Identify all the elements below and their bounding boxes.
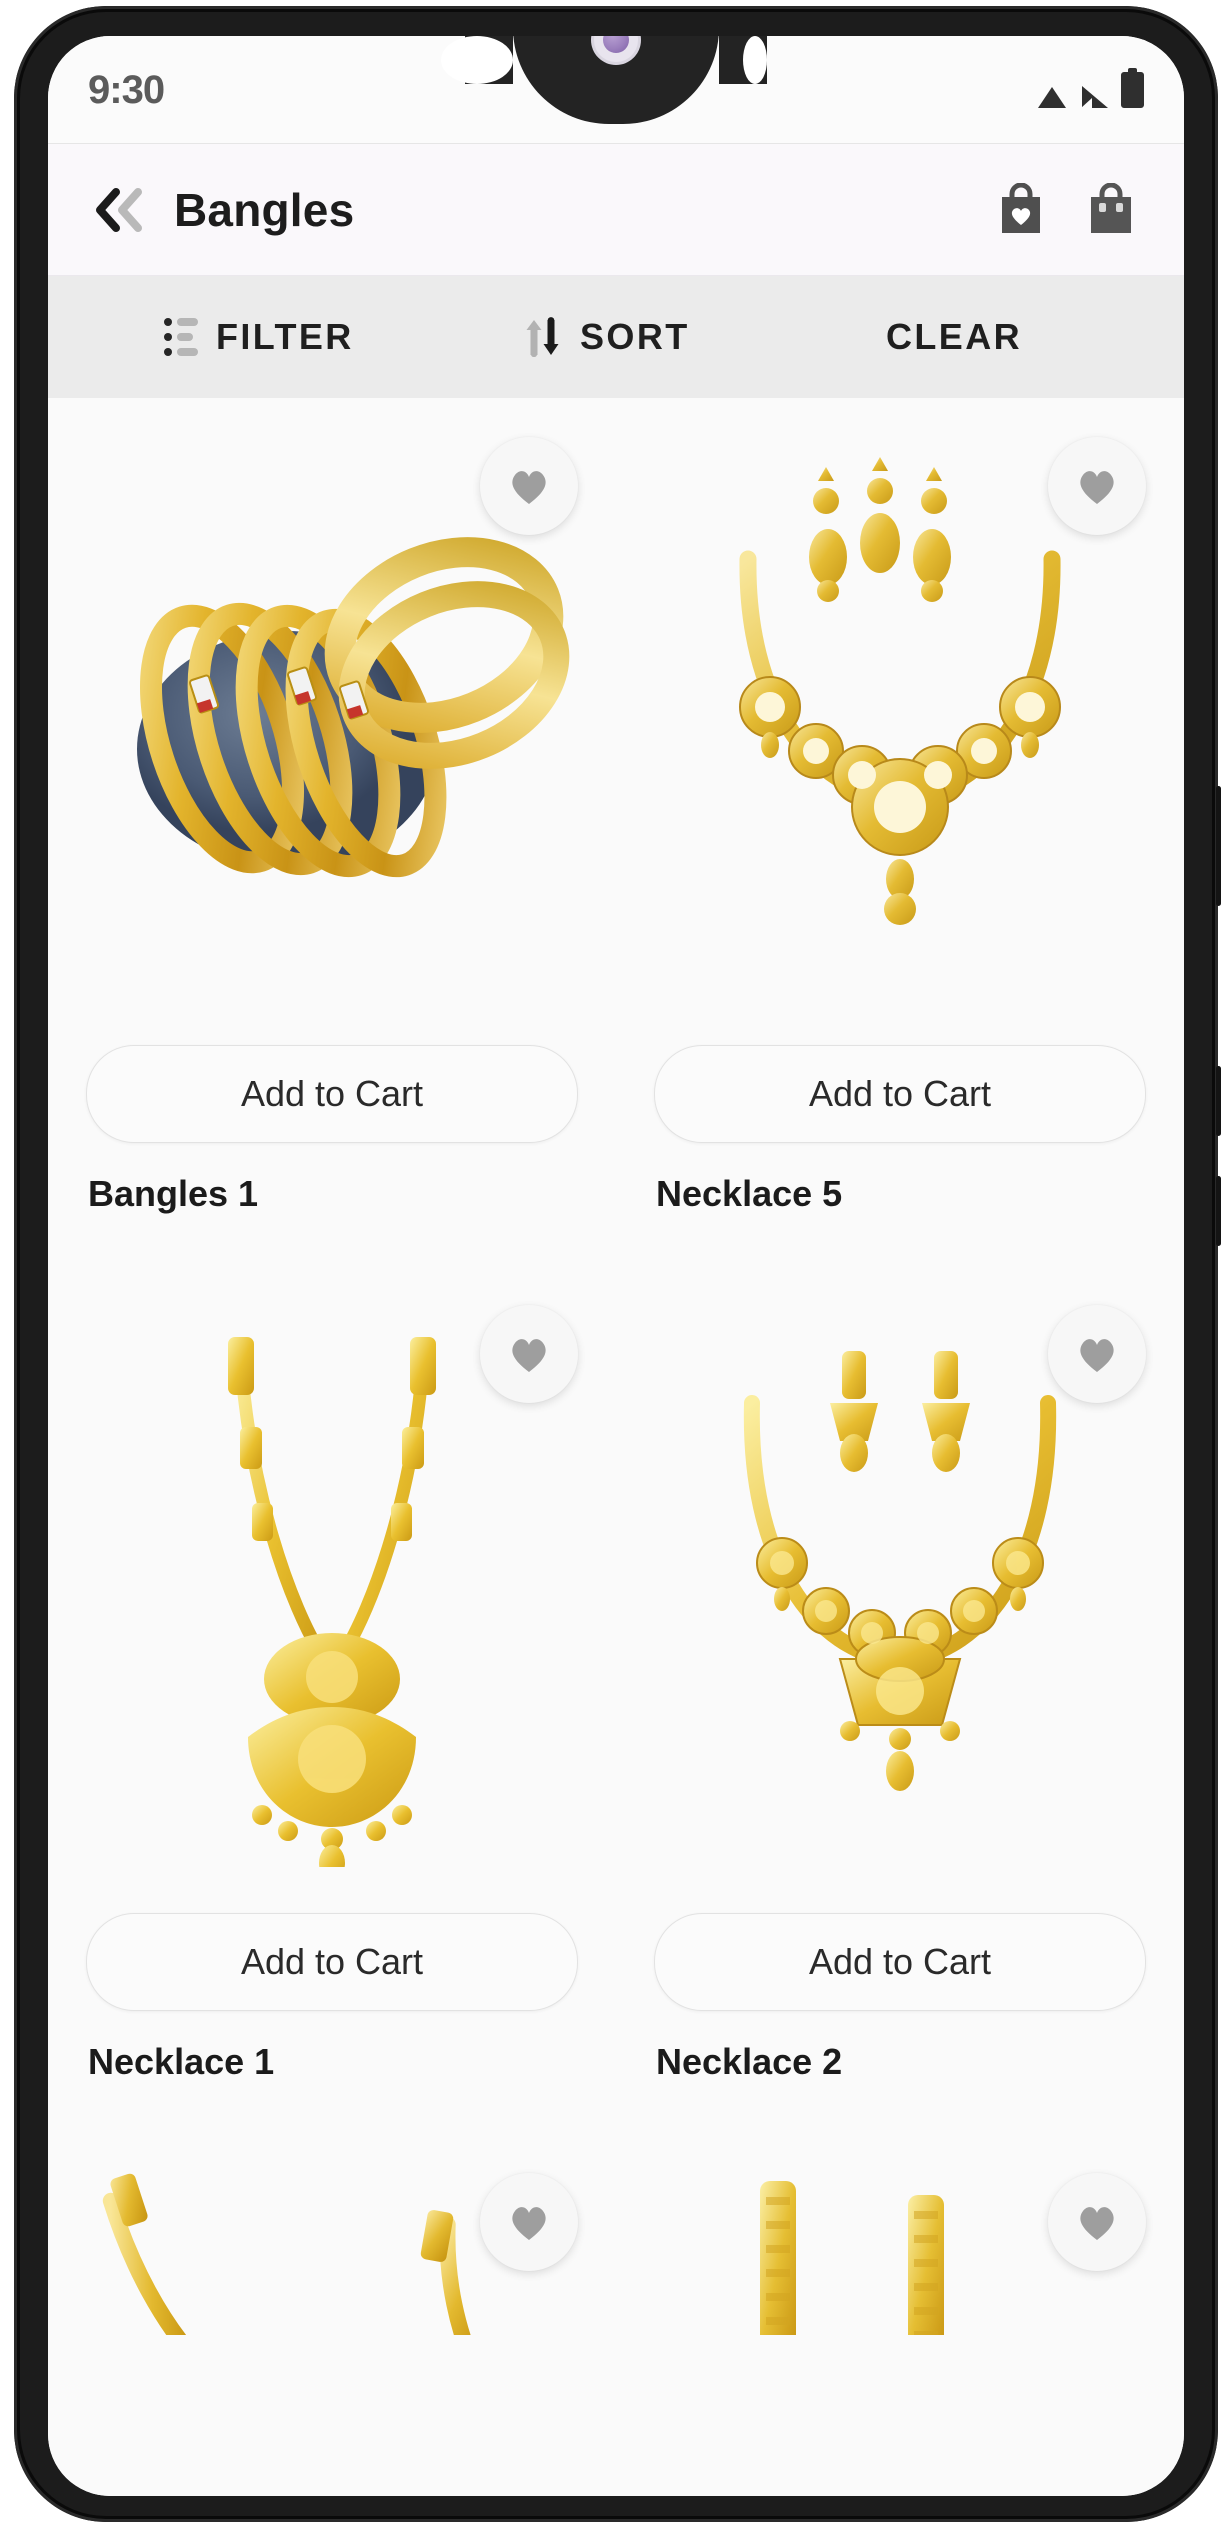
sort-arrows-icon: [524, 317, 562, 357]
heart-icon: [1080, 471, 1114, 504]
heart-icon: [512, 2207, 546, 2240]
volume-down-button[interactable]: [1216, 1176, 1221, 1246]
filter-list-icon: [164, 318, 198, 356]
add-to-cart-button[interactable]: Add to Cart: [654, 1913, 1146, 2011]
product-name: Necklace 1: [88, 2041, 275, 2082]
favorite-button[interactable]: [480, 437, 578, 535]
shopping-bag-icon: [1091, 182, 1131, 233]
status-clock: 9:30: [88, 67, 165, 112]
page-title: Bangles: [174, 183, 355, 236]
battery-icon: [1121, 67, 1144, 108]
heart-icon: [512, 471, 546, 504]
add-to-cart-label: Add to Cart: [808, 1941, 992, 1982]
filter-button[interactable]: FILTER: [48, 276, 462, 398]
grid-row-spacer: [48, 2083, 1184, 2135]
filter-sort-bar: FILTER SORT CLEAR: [48, 276, 1184, 398]
favorite-button[interactable]: [1048, 1305, 1146, 1403]
favorite-button[interactable]: [1048, 2173, 1146, 2271]
cart-button[interactable]: [1074, 173, 1148, 247]
add-to-cart-label: Add to Cart: [240, 1073, 424, 1114]
heart-icon: [512, 1339, 546, 1372]
product-name: Necklace 5: [656, 1173, 843, 1214]
product-name: Bangles 1: [88, 1173, 259, 1214]
phone-screen: 9:30 Bangles FILTER SORT CLEAR Add to Ca…: [48, 36, 1184, 2496]
product-card[interactable]: [616, 2135, 1184, 2335]
product-card[interactable]: [48, 2135, 616, 2335]
back-button[interactable]: [84, 173, 158, 247]
double-chevron-left-icon: [96, 187, 142, 232]
add-to-cart-button[interactable]: Add to Cart: [86, 1045, 578, 1143]
wishlist-button[interactable]: [984, 173, 1058, 247]
product-card[interactable]: Add to Cart Necklace 1: [48, 1267, 616, 2083]
clear-label: CLEAR: [886, 316, 1022, 357]
product-grid: Add to Cart Bangles 1 Add to Cart Neckla…: [48, 399, 1184, 2335]
filter-label: FILTER: [216, 316, 354, 357]
power-button[interactable]: [1216, 786, 1221, 906]
favorite-button[interactable]: [480, 2173, 578, 2271]
product-card[interactable]: Add to Cart Necklace 5: [616, 399, 1184, 1215]
app-bar: Bangles: [48, 144, 1184, 276]
status-system-icons: [1038, 67, 1144, 108]
product-card[interactable]: Add to Cart Bangles 1: [48, 399, 616, 1215]
heart-icon: [1080, 1339, 1114, 1372]
signal-icon: [1080, 85, 1108, 108]
clear-button[interactable]: CLEAR: [822, 276, 1184, 398]
product-card[interactable]: Add to Cart Necklace 2: [616, 1267, 1184, 2083]
grid-row-spacer: [48, 1215, 1184, 1267]
phone-device-frame: 9:30 Bangles FILTER SORT CLEAR Add to Ca…: [14, 6, 1221, 2522]
add-to-cart-label: Add to Cart: [240, 1941, 424, 1982]
volume-up-button[interactable]: [1216, 1066, 1221, 1136]
add-to-cart-label: Add to Cart: [808, 1073, 992, 1114]
sort-label: SORT: [580, 316, 690, 357]
favorite-button[interactable]: [1048, 437, 1146, 535]
product-grid-scroll[interactable]: Add to Cart Bangles 1 Add to Cart Neckla…: [48, 399, 1184, 2496]
add-to-cart-button[interactable]: Add to Cart: [86, 1913, 578, 2011]
sort-button[interactable]: SORT: [462, 276, 822, 398]
bag-heart-icon: [1002, 182, 1040, 233]
status-bar: 9:30: [48, 36, 1184, 144]
add-to-cart-button[interactable]: Add to Cart: [654, 1045, 1146, 1143]
wifi-icon: [1038, 86, 1067, 108]
favorite-button[interactable]: [480, 1305, 578, 1403]
heart-icon: [1080, 2207, 1114, 2240]
product-name: Necklace 2: [656, 2041, 843, 2082]
